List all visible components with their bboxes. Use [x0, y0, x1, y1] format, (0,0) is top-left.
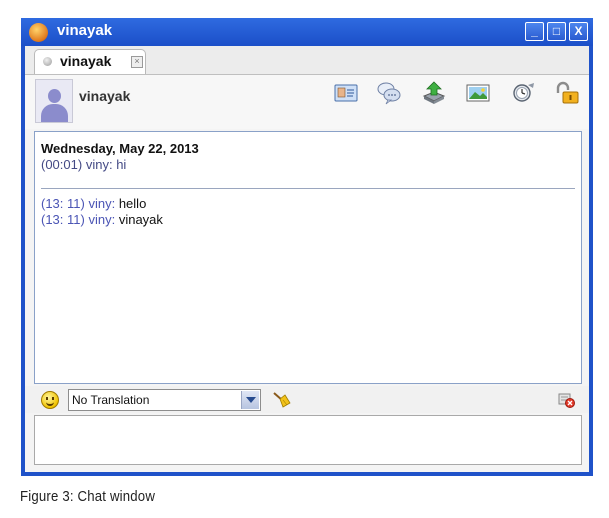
timer-icon[interactable]	[511, 81, 537, 105]
image-icon[interactable]	[465, 81, 491, 105]
chat-history[interactable]: Wednesday, May 22, 2013 (00:01) viny: hi…	[34, 131, 582, 384]
maximize-button[interactable]: □	[547, 22, 566, 41]
contact-header: vinayak	[25, 75, 589, 129]
chat-message: (13: 11) viny: hello	[41, 196, 147, 211]
compose-toolbar: No Translation	[25, 386, 589, 413]
chat-bubbles-icon[interactable]	[376, 81, 402, 105]
minimize-button[interactable]: _	[525, 22, 544, 41]
tab-bar: vinayak ×	[25, 46, 589, 75]
window-title: vinayak	[57, 22, 113, 39]
avatar[interactable]	[35, 79, 73, 123]
tab-close-icon[interactable]: ×	[131, 56, 143, 68]
tab-vinayak[interactable]: vinayak ×	[34, 49, 146, 74]
status-dot-icon	[43, 57, 52, 66]
translation-select[interactable]: No Translation	[68, 389, 261, 411]
broom-icon[interactable]	[271, 391, 291, 409]
chat-window: vinayak _ □ X vinayak × vinayak Wednesda…	[21, 18, 593, 476]
contact-card-icon[interactable]	[333, 81, 359, 105]
file-transfer-icon[interactable]	[421, 81, 447, 105]
smiley-icon[interactable]	[41, 391, 59, 409]
app-logo-icon	[29, 23, 48, 42]
chat-date: Wednesday, May 22, 2013	[41, 141, 199, 156]
chat-message: (13: 11) viny: vinayak	[41, 212, 163, 227]
tab-label: vinayak	[60, 53, 112, 69]
window-content: vinayak × vinayak Wednesday, May 22, 201…	[25, 46, 589, 472]
history-divider	[41, 188, 575, 189]
contact-name: vinayak	[79, 88, 131, 104]
unlock-icon[interactable]	[555, 81, 581, 105]
figure-caption: Figure 3: Chat window	[20, 488, 156, 505]
history-message: (00:01) viny: hi	[41, 157, 127, 172]
close-button[interactable]: X	[569, 22, 588, 41]
title-bar[interactable]: vinayak _ □ X	[21, 18, 593, 46]
clear-history-icon[interactable]	[558, 392, 575, 408]
translation-selected: No Translation	[72, 393, 150, 407]
message-input[interactable]	[34, 415, 582, 465]
chevron-down-icon[interactable]	[241, 391, 259, 409]
